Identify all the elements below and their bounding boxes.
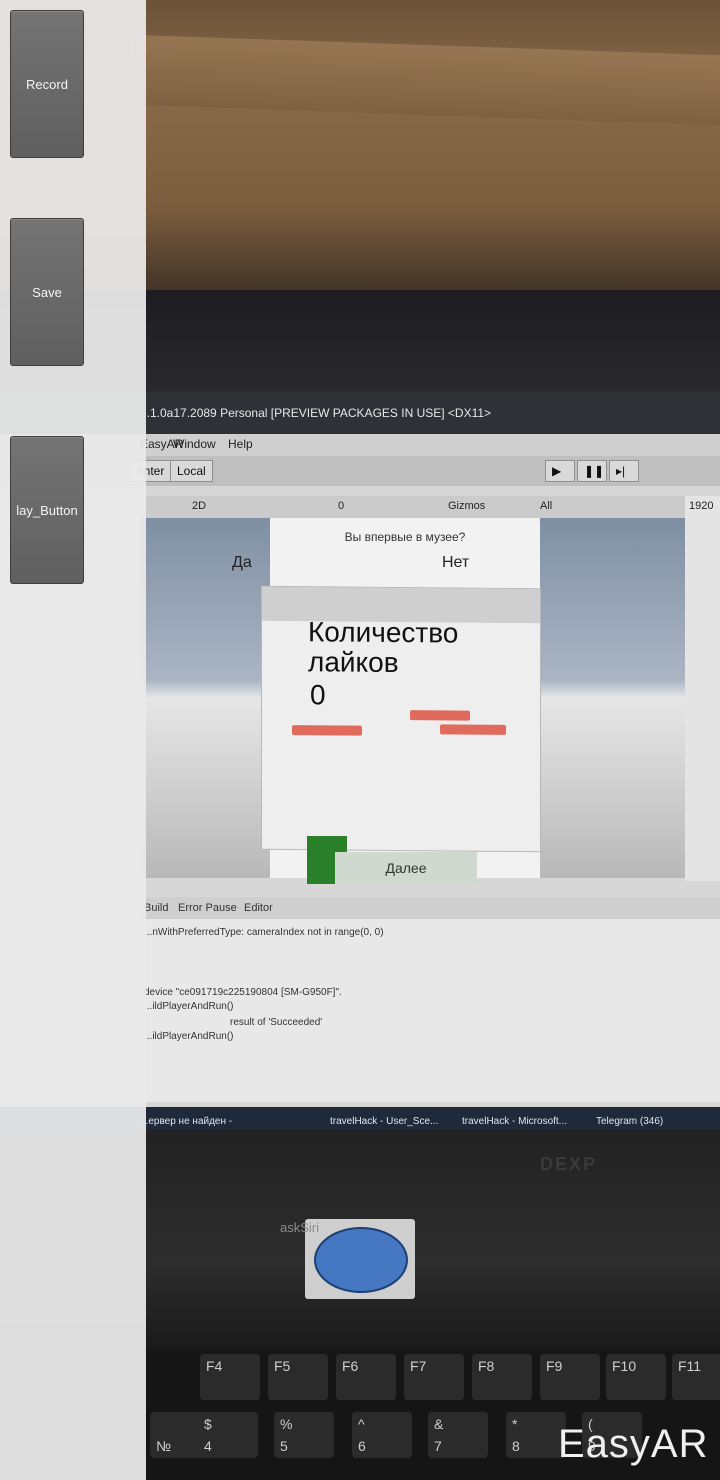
console-line: device "ce091719c225190804 [SM-G950F]". — [144, 987, 342, 998]
console-toolbar: Build Error Pause Editor — [140, 897, 720, 919]
scene-no: Нет — [442, 554, 470, 571]
key: F4 — [200, 1354, 260, 1400]
menu-help: Help — [228, 437, 253, 451]
console-line: ...ildPlayerAndRun() — [144, 1001, 234, 1012]
step-icon: ▸| — [609, 460, 639, 482]
save-button[interactable]: Save — [10, 218, 84, 366]
console-error-pause: Error Pause — [178, 902, 237, 914]
taskbar-item: travelHack - User_Sce... — [330, 1116, 439, 1127]
key: F6 — [336, 1354, 396, 1400]
taskbar-item: ...ервер не найден - — [140, 1116, 233, 1127]
key: & 7 — [428, 1412, 488, 1458]
local-button: Local — [170, 460, 213, 482]
ar-likes-card: Количество лайков 0 — [262, 586, 540, 852]
key: F5 — [268, 1354, 328, 1400]
hidden-count: 0 — [338, 500, 345, 512]
mode-2d: 2D — [192, 500, 207, 512]
key: * 8 — [506, 1412, 566, 1458]
ar-tag — [292, 725, 362, 736]
console-line: ...ildPlayerAndRun() — [144, 1031, 234, 1042]
record-button[interactable]: Record — [10, 10, 84, 158]
easyar-watermark: EasyAR — [558, 1422, 709, 1466]
likes-title: Количество лайков — [308, 616, 459, 678]
menu-window: Window — [173, 437, 216, 451]
taskbar-item: travelHack - Microsoft... — [462, 1116, 568, 1127]
key: ^ 6 — [352, 1412, 412, 1458]
console-editor: Editor — [244, 902, 273, 914]
key: F10 — [606, 1354, 666, 1400]
scene-toolbar: 2D 0 Gizmos All — [140, 496, 685, 518]
key: F9 — [540, 1354, 600, 1400]
laptop-brand: DEXP — [540, 1154, 598, 1174]
scene-search: All — [540, 500, 553, 512]
ar-tag — [410, 710, 470, 721]
console-line: ...nWithPreferredType: cameraIndex not i… — [144, 927, 384, 938]
ask-siri-panel — [305, 1219, 415, 1299]
gizmos-label: Gizmos — [448, 500, 486, 512]
key: % 5 — [274, 1412, 334, 1458]
likes-count: 0 — [310, 679, 326, 711]
key: F8 — [472, 1354, 532, 1400]
console-panel: Build Error Pause Editor ...nWithPreferr… — [140, 897, 720, 1102]
ask-siri-button[interactable] — [314, 1227, 408, 1293]
key: F7 — [404, 1354, 464, 1400]
console-build: Build — [144, 902, 169, 914]
ar-tag — [440, 724, 506, 735]
pause-icon: ❚❚ — [577, 460, 607, 482]
resolution-label: 1920 — [689, 500, 714, 512]
game-view-panel: 1920 — [685, 496, 720, 881]
scene-question: Вы впервые в музее? — [344, 530, 466, 544]
next-button: Далее — [335, 852, 477, 884]
scene-yes: Да — [232, 554, 252, 571]
key: $4 — [198, 1412, 258, 1458]
console-line: result of 'Succeeded' — [230, 1017, 323, 1028]
play-icon: ▶ — [545, 460, 575, 482]
key: F11 — [672, 1354, 720, 1400]
ask-siri-label: askSiri — [280, 1220, 320, 1235]
play-button[interactable]: lay_Button — [10, 436, 84, 584]
taskbar-item: Telegram (346) — [596, 1116, 664, 1127]
